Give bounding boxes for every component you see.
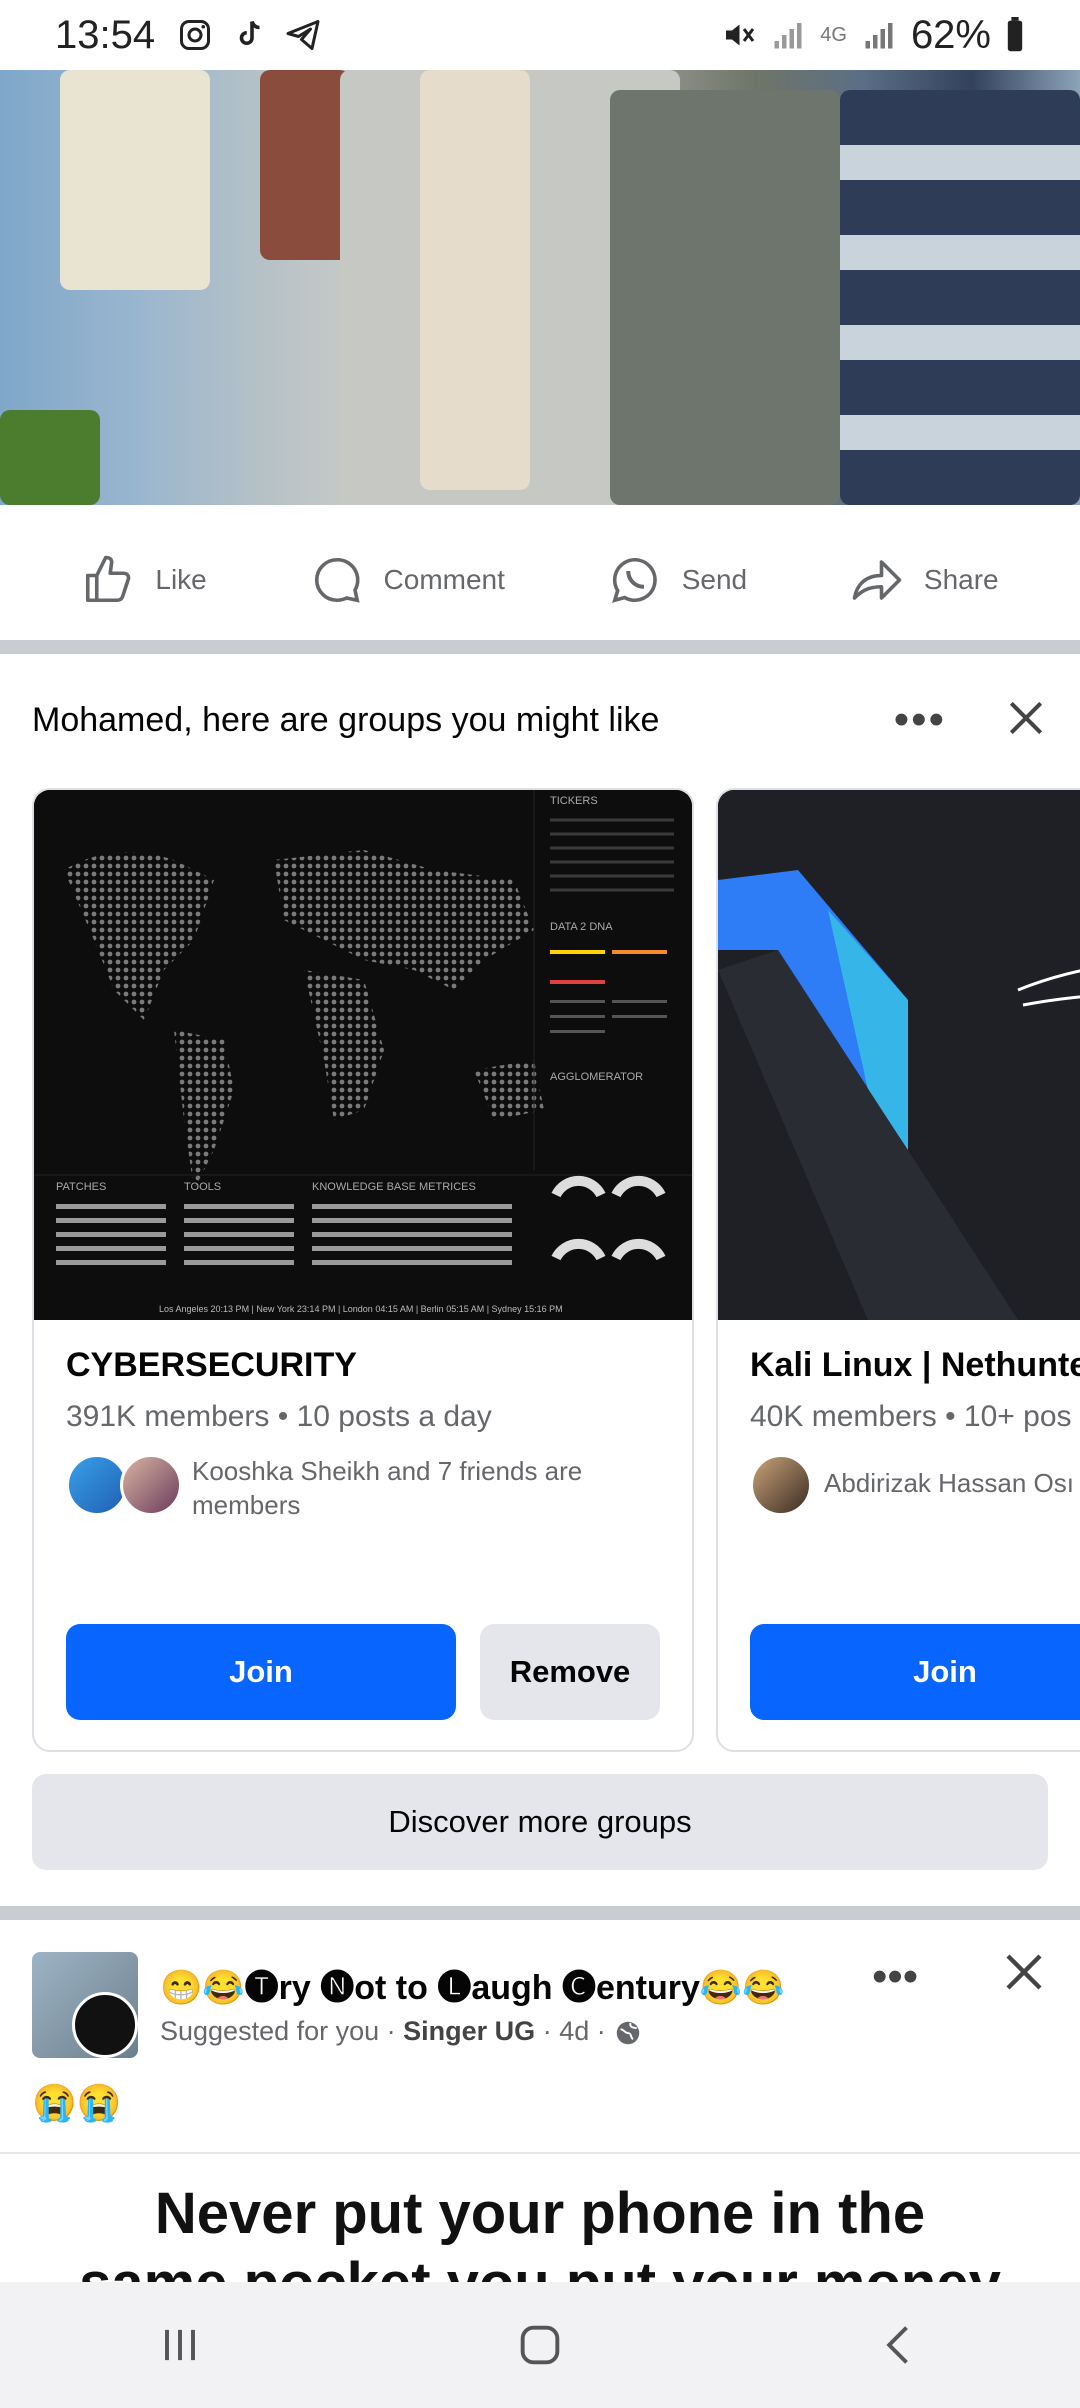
group-meta: 40K members • 10+ pos [750, 1400, 1072, 1433]
groups-header-actions: ••• [894, 695, 1048, 745]
back-icon[interactable] [874, 2319, 926, 2371]
close-suggestions-button[interactable] [1004, 696, 1048, 745]
comment-button[interactable]: Comment [310, 553, 505, 607]
post-age: 4d [559, 2016, 590, 2046]
network-type: 4G [820, 23, 847, 46]
friends-members-text: Abdirizak Hassan Osı [824, 1468, 1074, 1498]
home-icon[interactable] [514, 2319, 566, 2371]
signal-icon [865, 23, 893, 49]
send-button[interactable]: Send [608, 553, 747, 607]
group-card[interactable]: TICKERS DATA 2 DNA AGGLOMERATOR PATCHES … [32, 788, 694, 1752]
photo-shirt [840, 90, 1080, 505]
tiktok-icon [239, 20, 260, 46]
status-app-icons [177, 17, 321, 53]
page-avatar[interactable] [32, 1952, 138, 2058]
comment-label: Comment [383, 564, 505, 595]
share-button[interactable]: Share [850, 553, 999, 607]
cyber-map-graphic: TICKERS DATA 2 DNA AGGLOMERATOR PATCHES … [34, 790, 692, 1320]
kb-heading: KNOWLEDGE BASE METRICES [312, 1181, 476, 1193]
join-group-button[interactable]: Join [750, 1624, 1080, 1720]
section-divider [0, 640, 1080, 654]
photo-foliage [0, 410, 100, 505]
groups-header: Mohamed, here are groups you might like … [32, 690, 1048, 750]
like-button[interactable]: Like [81, 553, 207, 607]
photo-scarf [420, 70, 530, 490]
telegram-icon [286, 20, 320, 50]
more-options-button[interactable]: ••• [894, 695, 946, 745]
friends-members-text: Kooshka Sheikh and 7 friends are members [192, 1456, 583, 1520]
photo-scarf [260, 70, 350, 260]
groups-title: Mohamed, here are groups you might like [32, 700, 660, 739]
tools-heading: TOOLS [184, 1181, 221, 1193]
post-more-options-button[interactable]: ••• [872, 1952, 918, 2002]
close-icon [1006, 1954, 1042, 1990]
page-name[interactable]: 😁😂🅣ry 🅝ot to 🅛augh 🅒entury😂😂 [160, 1960, 785, 2009]
group-name[interactable]: CYBERSECURITY [66, 1346, 357, 1385]
battery-percent: 62% [910, 12, 991, 57]
avatar [750, 1454, 812, 1516]
close-icon [1009, 701, 1043, 734]
group-cover-image: TICKERS DATA 2 DNA AGGLOMERATOR PATCHES … [34, 790, 692, 1320]
share-label: Share [923, 564, 999, 595]
post-action-row: Like Comment Send Share [0, 515, 1080, 645]
kali-cover-graphic [718, 790, 1080, 1320]
member-avatars [750, 1454, 812, 1516]
status-right: 4G 62% [720, 13, 1025, 58]
signal-icon [774, 23, 802, 49]
status-bar: 13:54 4G 62% [0, 0, 1080, 70]
remove-group-button[interactable]: Remove [480, 1624, 660, 1720]
world-clock-line: Los Angeles 20:13 PM | New York 23:14 PM… [159, 1304, 563, 1314]
post-author[interactable]: Singer UG [403, 2016, 535, 2046]
system-nav-bar [0, 2282, 1080, 2408]
status-time: 13:54 [55, 12, 156, 57]
section-divider [0, 1906, 1080, 1920]
mute-icon [726, 24, 755, 46]
join-group-button[interactable]: Join [66, 1624, 456, 1720]
globe-icon [616, 2021, 640, 2045]
patches-heading: PATCHES [56, 1181, 106, 1193]
share-arrow-icon [852, 560, 902, 600]
ticker-heading: TICKERS [550, 795, 598, 807]
avatar [72, 1992, 138, 2058]
avatar [120, 1454, 182, 1516]
photo-shirt [610, 90, 840, 505]
recent-apps-icon[interactable] [154, 2319, 206, 2371]
post-photo[interactable] [0, 70, 1080, 505]
dna-heading: DATA 2 DNA [550, 921, 613, 933]
agglomerator-heading: AGGLOMERATOR [550, 1071, 643, 1083]
send-label: Send [681, 564, 748, 595]
group-name[interactable]: Kali Linux | Nethunte [750, 1346, 1080, 1385]
discover-more-groups-button[interactable]: Discover more groups [32, 1774, 1048, 1870]
group-card[interactable]: Kali Linux | Nethunte 40K members • 10+ … [716, 788, 1080, 1752]
instagram-icon [180, 20, 211, 50]
post-text: 😭😭 [32, 2082, 122, 2123]
group-meta: 391K members • 10 posts a day [66, 1400, 492, 1433]
suggested-label: Suggested for you [160, 2016, 380, 2046]
group-cover-image [718, 790, 1080, 1320]
post-subline: Suggested for you · Singer UG · 4d · [160, 2016, 643, 2048]
battery-icon [1007, 17, 1023, 52]
like-label: Like [155, 564, 207, 595]
post-image-border [0, 2152, 1080, 2154]
photo-scarf [60, 70, 210, 290]
meme-caption-line: Never put your phone in the [154, 2181, 926, 2246]
thumbs-up-icon [86, 555, 131, 603]
avatar [66, 1454, 128, 1516]
comment-icon [314, 557, 360, 603]
whatsapp-icon [611, 557, 657, 603]
member-avatars [66, 1454, 182, 1516]
